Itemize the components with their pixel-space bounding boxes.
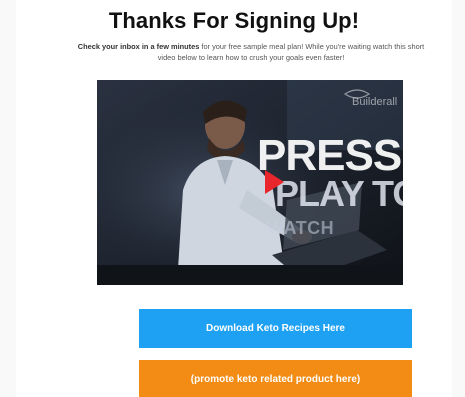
video-brand: Builderall: [352, 96, 398, 108]
page-subtext: Check your inbox in a few minutes for yo…: [68, 41, 434, 63]
promote-product-button[interactable]: (promote keto related product here): [139, 360, 412, 397]
video-overlay-play-to: PLAY TO: [275, 173, 403, 214]
page-title: Thanks For Signing Up!: [108, 8, 360, 33]
video-player[interactable]: Builderall PRESS PLAY TO WATCH: [97, 80, 403, 285]
content-card: Thanks For Signing Up! Check your inbox …: [16, 0, 452, 397]
download-keto-recipes-button[interactable]: Download Keto Recipes Here: [139, 309, 412, 348]
page: Thanks For Signing Up! Check your inbox …: [0, 0, 465, 397]
subtext-bold: Check your inbox in a few minutes: [77, 42, 200, 51]
video-overlay-watch: WATCH: [267, 218, 335, 238]
play-icon[interactable]: [265, 170, 284, 194]
